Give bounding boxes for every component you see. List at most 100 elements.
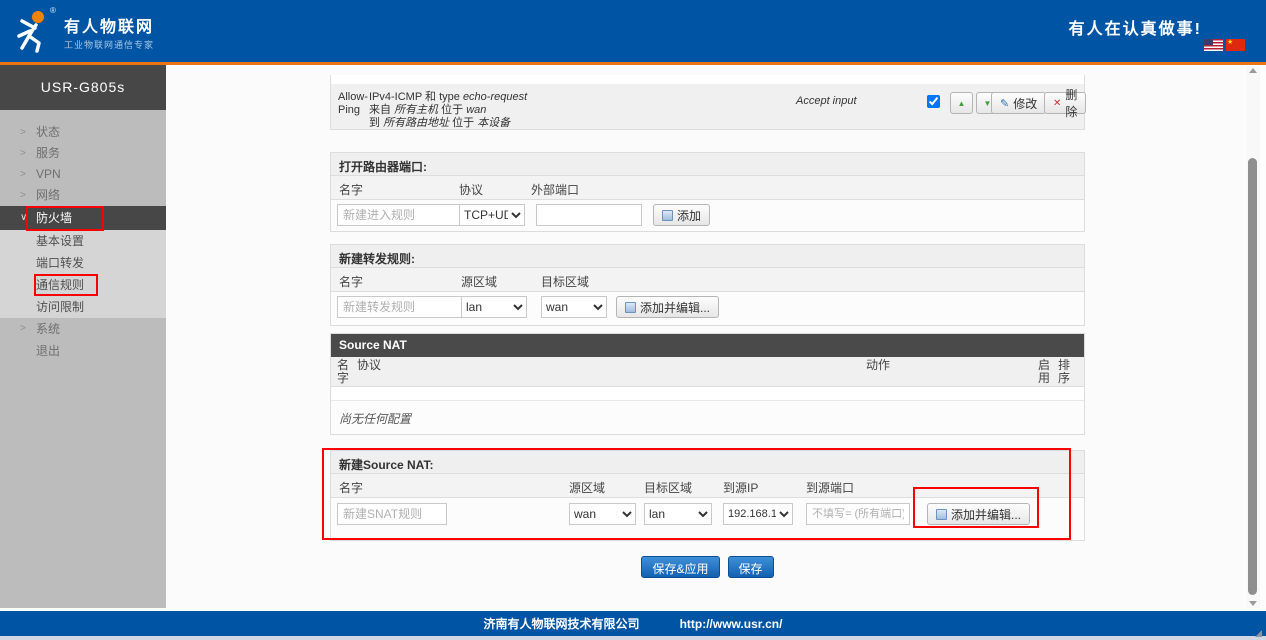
- sidebar-item-label: 状态: [36, 125, 60, 139]
- col-dst: 目标区域: [541, 273, 589, 290]
- header-slogan: 有人在认真做事!: [1069, 15, 1202, 39]
- sidebar-item-network[interactable]: > 网络: [0, 185, 166, 206]
- scrollbar-thumb[interactable]: [1248, 158, 1257, 595]
- scroll-down-icon[interactable]: [1249, 601, 1257, 606]
- footer-company: 济南有人物联网技术有限公司: [484, 615, 640, 632]
- source-nat-section: Source NAT 名字 协议 动作 启用 排序 尚无任何配置: [330, 333, 1085, 435]
- firewall-rule-row: Allow-Ping IPv4-ICMP 和 type echo-request…: [330, 84, 1085, 130]
- forward-src-zone-select[interactable]: lan: [461, 296, 527, 318]
- sidebar-item-label: 服务: [36, 146, 60, 160]
- empty-table-row: [331, 387, 1084, 401]
- sidebar-item-logout[interactable]: 退出: [0, 340, 166, 362]
- add-edit-snat-button[interactable]: 添加并编辑...: [927, 503, 1030, 525]
- sidebar-item-services[interactable]: > 服务: [0, 143, 166, 164]
- col-port: 到源端口: [806, 479, 854, 496]
- col-proto: 协议: [357, 359, 381, 372]
- rule-to-addr: 所有路由地址: [383, 117, 449, 129]
- add-page-icon: [936, 509, 947, 520]
- edit-icon: ✎: [1000, 97, 1009, 110]
- rule-proto-em: echo-request: [463, 91, 527, 103]
- forward-dst-zone-select[interactable]: wan: [541, 296, 607, 318]
- snat-src-zone-select[interactable]: wan: [569, 503, 636, 525]
- no-config-text: 尚无任何配置: [339, 410, 411, 427]
- footer-url[interactable]: http://www.usr.cn/: [680, 617, 783, 631]
- new-snat-section: 新建Source NAT: 名字 源区域 目标区域 到源IP 到源端口 wan …: [330, 450, 1085, 541]
- rule-to-mid: 位于: [449, 117, 477, 129]
- rule-from-mid: 位于: [438, 104, 466, 116]
- col-port: 外部端口: [531, 181, 579, 198]
- sidebar-item-basic-settings[interactable]: 基本设置: [0, 230, 166, 252]
- col-src: 源区域: [461, 273, 497, 290]
- sidebar-item-access-restrict[interactable]: 访问限制: [0, 296, 166, 318]
- edit-rule-button[interactable]: ✎ 修改: [991, 92, 1046, 114]
- up-arrow-icon: ▲: [958, 99, 966, 108]
- brand-name: 有人物联网: [64, 13, 154, 37]
- cn-flag-icon[interactable]: ★: [1226, 39, 1245, 51]
- new-inbound-rule-input[interactable]: [337, 204, 463, 226]
- resize-grip-icon: [1255, 630, 1262, 637]
- save-button[interactable]: 保存: [728, 556, 774, 578]
- sidebar-item-vpn[interactable]: > VPN: [0, 164, 166, 185]
- sidebar-item-label: 防火墙: [36, 211, 72, 225]
- col-sort: 排序: [1058, 359, 1072, 385]
- us-flag-icon[interactable]: [1204, 39, 1223, 51]
- new-snat-title: 新建Source NAT:: [331, 451, 1084, 474]
- protocol-select[interactable]: TCP+UDP: [459, 204, 525, 226]
- sidebar-item-firewall[interactable]: ∨ 防火墙: [0, 206, 166, 230]
- sidebar-item-label: 系统: [36, 322, 60, 336]
- add-page-icon: [625, 302, 636, 313]
- col-name: 名字: [339, 181, 363, 198]
- snat-dst-zone-select[interactable]: lan: [644, 503, 712, 525]
- open-ports-section: 打开路由器端口: 名字 协议 外部端口 TCP+UDP 添加: [330, 152, 1085, 232]
- sidebar-item-label: 端口转发: [36, 256, 84, 270]
- sidebar-item-port-forward[interactable]: 端口转发: [0, 252, 166, 274]
- col-proto: 协议: [459, 181, 483, 198]
- sidebar-item-label: 通信规则: [36, 278, 84, 292]
- rule-action: Accept input: [796, 95, 857, 107]
- save-button-row: 保存&应用 保存: [330, 556, 1085, 578]
- sidebar: USR-G805s > 状态 > 服务 > VPN > 网络 ∨ 防火墙 基本: [0, 65, 166, 608]
- rule-to-dev: 本设备: [477, 117, 510, 129]
- chevron-down-icon: ∨: [20, 206, 27, 230]
- sidebar-item-label: VPN: [36, 167, 61, 181]
- device-name: USR-G805s: [0, 65, 166, 110]
- page: ® 有人物联网 工业物联网通信专家 有人在认真做事! ★ USR-G805s >…: [0, 0, 1266, 640]
- new-snat-rule-input[interactable]: [337, 503, 447, 525]
- footer: 济南有人物联网技术有限公司 http://www.usr.cn/: [0, 611, 1266, 636]
- move-up-button[interactable]: ▲: [950, 92, 973, 114]
- delete-label: 删除: [1065, 86, 1077, 120]
- rule-to-text: 到: [369, 117, 383, 129]
- rule-from-host: 所有主机: [394, 104, 438, 116]
- chevron-right-icon: >: [20, 164, 26, 185]
- chevron-right-icon: >: [20, 122, 26, 143]
- new-forward-rule-input[interactable]: [337, 296, 463, 318]
- brand-subtitle: 工业物联网通信专家: [64, 38, 154, 51]
- vertical-scrollbar[interactable]: [1246, 66, 1260, 608]
- snat-source-ip-select[interactable]: 192.168.1.1: [723, 503, 793, 525]
- source-nat-title: Source NAT: [331, 334, 1084, 357]
- rule-proto-text: IPv4-ICMP 和 type: [369, 91, 463, 103]
- sidebar-item-label: 网络: [36, 188, 60, 202]
- scroll-up-icon[interactable]: [1249, 68, 1257, 73]
- rule-from-zone: wan: [466, 104, 486, 116]
- table-row-partial: [330, 75, 1085, 84]
- sidebar-item-status[interactable]: > 状态: [0, 122, 166, 143]
- add-edit-forward-button[interactable]: 添加并编辑...: [616, 296, 719, 318]
- edit-label: 修改: [1013, 95, 1037, 112]
- delete-rule-button[interactable]: ✕删除: [1044, 92, 1086, 114]
- add-port-button[interactable]: 添加: [653, 204, 710, 226]
- delete-icon: ✕: [1053, 98, 1061, 109]
- sidebar-item-system[interactable]: > 系统: [0, 318, 166, 340]
- forward-rule-section: 新建转发规则: 名字 源区域 目标区域 lan wan 添加并编辑...: [330, 244, 1085, 326]
- chevron-right-icon: >: [20, 185, 26, 206]
- snat-source-port-input[interactable]: [806, 503, 910, 525]
- sidebar-item-traffic-rules[interactable]: 通信规则: [0, 274, 166, 296]
- footer-bottom-strip: [0, 636, 1266, 640]
- external-port-input[interactable]: [536, 204, 642, 226]
- col-src: 源区域: [569, 479, 605, 496]
- save-apply-button[interactable]: 保存&应用: [641, 556, 719, 578]
- rule-enabled-checkbox[interactable]: [927, 95, 940, 108]
- rule-description: IPv4-ICMP 和 type echo-request 来自 所有主机 位于…: [369, 91, 527, 130]
- sidebar-item-label: 退出: [36, 344, 60, 358]
- col-name: 名字: [339, 273, 363, 290]
